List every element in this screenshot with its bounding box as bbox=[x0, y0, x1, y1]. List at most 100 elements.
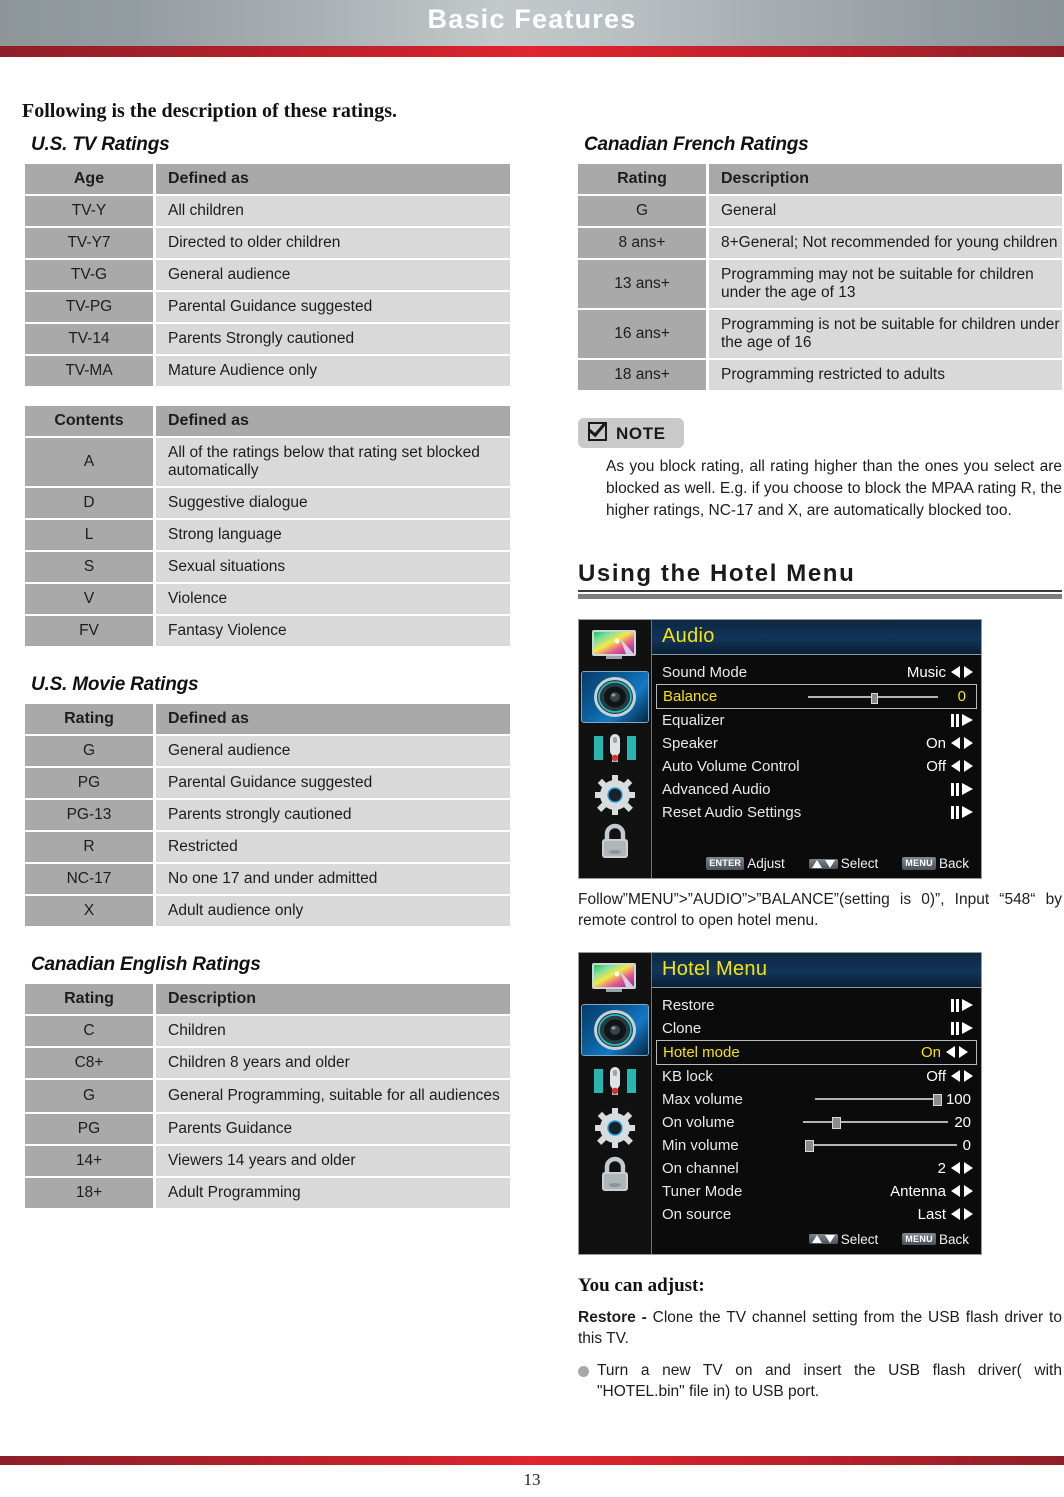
balance-slider[interactable] bbox=[807, 691, 938, 704]
osd-row-reset-audio-settings[interactable]: Reset Audio Settings bbox=[652, 801, 981, 824]
audio-icon[interactable] bbox=[581, 671, 649, 723]
osd-row-value: Antenna bbox=[890, 1182, 946, 1200]
table-cell-rating: A bbox=[25, 438, 156, 486]
left-right-arrows-icon[interactable] bbox=[951, 1207, 973, 1221]
osd-row-label: Max volume bbox=[662, 1090, 743, 1108]
submenu-arrow-icon[interactable] bbox=[951, 783, 973, 796]
table-header-row: Rating Description bbox=[25, 984, 510, 1014]
left-right-arrows-icon[interactable] bbox=[951, 737, 973, 750]
osd-row-clone[interactable]: Clone bbox=[652, 1017, 981, 1040]
lock-icon[interactable] bbox=[588, 1155, 642, 1193]
table-header-cell: Rating bbox=[578, 164, 709, 194]
table-cell-rating: NC-17 bbox=[25, 864, 156, 894]
osd-row-tuner-mode[interactable]: Tuner Mode Antenna bbox=[652, 1180, 981, 1203]
table-cell-desc: General audience bbox=[156, 736, 510, 766]
table-cell-desc: Strong language bbox=[156, 520, 510, 550]
table-cell-rating: TV-MA bbox=[25, 356, 156, 386]
up-down-key-badge bbox=[808, 1234, 838, 1245]
table-cell-desc: Directed to older children bbox=[156, 228, 510, 258]
usb-bullet-item: Turn a new TV on and insert the USB flas… bbox=[578, 1360, 1062, 1403]
table-row: C Children bbox=[25, 1016, 510, 1046]
osd-row-label: Advanced Audio bbox=[662, 781, 771, 798]
table-row: V Violence bbox=[25, 584, 510, 614]
osd-row-on-source[interactable]: On source Last bbox=[652, 1203, 981, 1226]
min-volume-slider[interactable] bbox=[804, 1139, 957, 1153]
audio-icon[interactable] bbox=[581, 1003, 649, 1056]
submenu-arrow-icon[interactable] bbox=[951, 806, 973, 819]
table-row: 18+ Adult Programming bbox=[25, 1178, 510, 1209]
table-cell-rating: V bbox=[25, 584, 156, 614]
settings-icon[interactable] bbox=[588, 775, 642, 815]
left-right-arrows-icon[interactable] bbox=[951, 760, 973, 773]
table-header-cell: Defined as bbox=[156, 164, 510, 194]
osd-row-value: Off bbox=[926, 758, 946, 775]
left-right-arrows-icon[interactable] bbox=[946, 1045, 968, 1059]
table-us-movie-ratings: Rating Defined as G General audience PG Pa… bbox=[25, 702, 510, 928]
table-row: G General Programming, suitable for all a… bbox=[25, 1080, 510, 1113]
osd-row-value: Music bbox=[906, 664, 946, 681]
osd-row-advanced-audio[interactable]: Advanced Audio bbox=[652, 778, 981, 801]
left-right-arrows-icon[interactable] bbox=[951, 666, 973, 679]
table-cell-desc: All children bbox=[156, 196, 510, 226]
osd-row-value: Off bbox=[926, 1067, 946, 1085]
you-can-adjust-heading: You can adjust: bbox=[578, 1274, 705, 1296]
osd-row-label: Clone bbox=[662, 1019, 702, 1037]
osd-row-on-channel[interactable]: On channel 2 bbox=[652, 1157, 981, 1180]
left-right-arrows-icon[interactable] bbox=[951, 1184, 973, 1198]
table-row: 13 ans+ Programming may not be suitable f… bbox=[578, 260, 1062, 308]
osd-row-sound-mode[interactable]: Sound Mode Music bbox=[652, 661, 981, 684]
osd-row-speaker[interactable]: Speaker On bbox=[652, 732, 981, 755]
table-row: 8 ans+ 8+General; Not recommended for you… bbox=[578, 228, 1062, 258]
note-body-text: As you block rating, all rating higher t… bbox=[606, 458, 1062, 519]
audio-osd-hint-bar: ENTER Adjust Select MENU Back bbox=[652, 850, 981, 878]
on-volume-slider[interactable] bbox=[803, 1116, 949, 1130]
osd-row-on-volume[interactable]: On volume 20 bbox=[652, 1111, 981, 1134]
note-badge: NOTE bbox=[578, 418, 684, 448]
osd-row-hotel-mode[interactable]: Hotel mode On bbox=[656, 1039, 977, 1065]
hint-label: Select bbox=[840, 856, 879, 871]
osd-row-max-volume[interactable]: Max volume 100 bbox=[652, 1088, 981, 1111]
osd-row-auto-volume-control[interactable]: Auto Volume Control Off bbox=[652, 755, 981, 778]
osd-row-balance[interactable]: Balance 0 bbox=[656, 684, 977, 709]
lock-icon[interactable] bbox=[588, 822, 642, 860]
hotel-osd-hint-bar: Select MENU Back bbox=[652, 1225, 981, 1254]
table-us-tv-ratings: Age Defined as TV-Y All children TV-Y7 Dir… bbox=[25, 162, 510, 388]
max-volume-slider[interactable] bbox=[814, 1093, 942, 1107]
picture-icon[interactable] bbox=[588, 959, 642, 997]
table-cell-desc: Violence bbox=[156, 584, 510, 614]
submenu-arrow-icon[interactable] bbox=[951, 1021, 973, 1035]
left-right-arrows-icon[interactable] bbox=[951, 1069, 973, 1083]
osd-row-value: 2 bbox=[937, 1159, 946, 1177]
hint-label: Back bbox=[938, 1231, 969, 1247]
osd-row-equalizer[interactable]: Equalizer bbox=[652, 709, 981, 732]
table-cell-rating: TV-G bbox=[25, 260, 156, 290]
table-cell-rating: TV-PG bbox=[25, 292, 156, 322]
table-row: PG Parents Guidance bbox=[25, 1114, 510, 1145]
hint-label: Back bbox=[938, 856, 969, 871]
table-row: 18 ans+ Programming restricted to adults bbox=[578, 360, 1062, 390]
channel-icon[interactable] bbox=[588, 730, 642, 768]
osd-sidebar bbox=[579, 620, 651, 878]
settings-icon[interactable] bbox=[588, 1107, 642, 1148]
left-right-arrows-icon[interactable] bbox=[951, 1161, 973, 1175]
osd-row-min-volume[interactable]: Min volume 0 bbox=[652, 1134, 981, 1157]
hint-back: MENU Back bbox=[902, 1232, 969, 1247]
submenu-arrow-icon[interactable] bbox=[951, 998, 973, 1012]
osd-sidebar bbox=[579, 952, 651, 1254]
table-cell-desc: Adult Programming bbox=[156, 1178, 510, 1209]
table-cell-rating: S bbox=[25, 552, 156, 582]
table-cell-rating: C8+ bbox=[25, 1048, 156, 1078]
table-row: 14+ Viewers 14 years and older bbox=[25, 1146, 510, 1177]
intro-text: Following is the description of these ra… bbox=[22, 100, 397, 122]
heading-rule-thick bbox=[578, 594, 1062, 599]
table-cell-desc: No one 17 and under admitted bbox=[156, 864, 510, 894]
table-header-row: Age Defined as bbox=[25, 164, 510, 194]
osd-row-kb-lock[interactable]: KB lock Off bbox=[652, 1065, 981, 1088]
osd-row-restore[interactable]: Restore bbox=[652, 994, 981, 1017]
picture-icon[interactable] bbox=[588, 626, 642, 664]
channel-icon[interactable] bbox=[588, 1063, 642, 1101]
note-label: NOTE bbox=[616, 424, 666, 443]
submenu-arrow-icon[interactable] bbox=[951, 714, 973, 727]
table-cell-rating: 8 ans+ bbox=[578, 228, 709, 258]
table-cell-rating: 18+ bbox=[25, 1178, 156, 1209]
